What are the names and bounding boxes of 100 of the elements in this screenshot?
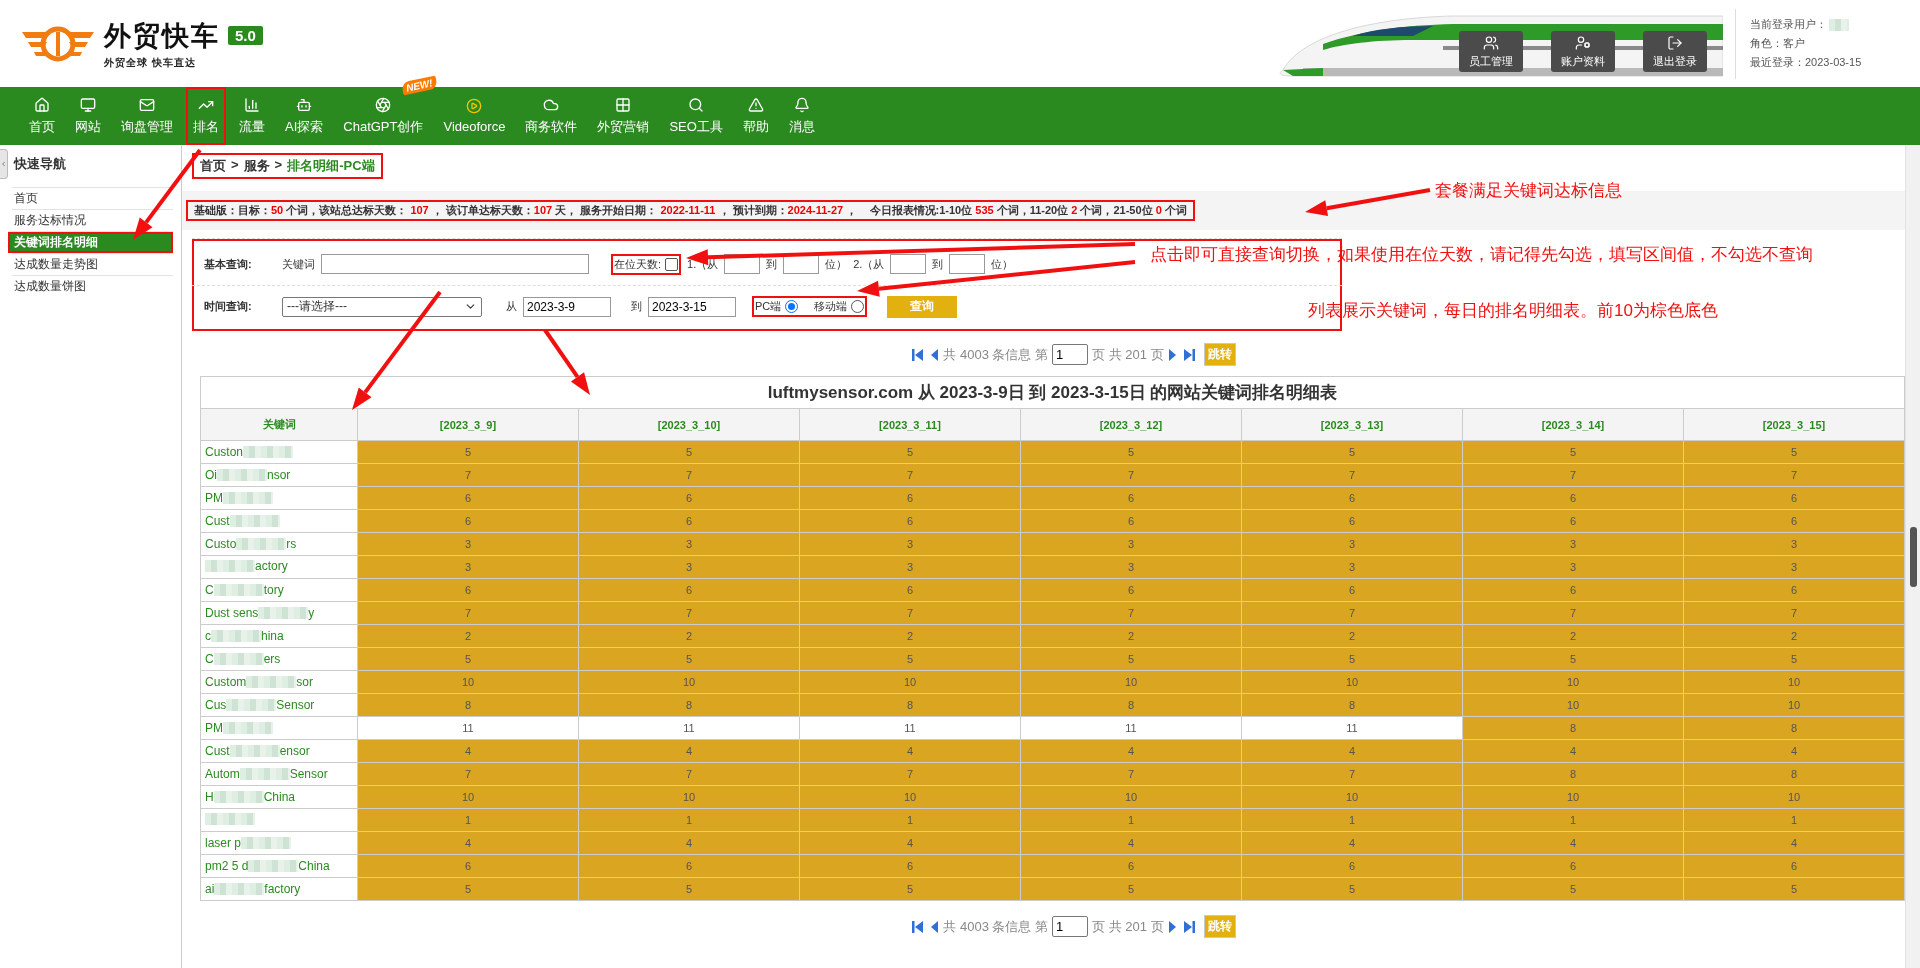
rank-cell: 2 [1241,624,1463,648]
play-icon [466,98,483,114]
rank-cell: 7 [1462,463,1684,487]
rank-cell: 7 [1683,463,1905,487]
redacted-mosaic [258,607,309,619]
rank-cell: 8 [578,693,800,717]
keyword-text: Custon [205,445,244,459]
nav-item[interactable]: AI探索 [278,87,331,145]
nav-item[interactable]: 流量 [232,87,272,145]
robot-icon [296,96,313,113]
rank-cell: 5 [1683,877,1905,901]
rank-cell: 5 [1241,877,1463,901]
sidebar-item[interactable]: 达成数量饼图 [12,275,173,297]
next-page-icon[interactable] [1167,347,1178,362]
user-icon [1575,34,1591,51]
rank-cell: 4 [1462,831,1684,855]
last-page-icon[interactable] [1181,919,1196,934]
nav-item[interactable]: 网站 [68,87,108,145]
rank-cell: 7 [799,463,1021,487]
period-select[interactable]: ---请选择--- [282,296,482,317]
previous-page-icon[interactable] [929,919,940,934]
nav-item[interactable]: 消息 [781,87,822,145]
redacted-mosaic [205,812,255,825]
rank-cell: 7 [1241,463,1463,487]
range-label: 位） [991,256,1014,272]
rank-cell: 1 [1462,808,1684,832]
keyword-text: ensor [279,744,310,758]
rank-cell: 11 [578,716,800,740]
keyword-text: pm2 5 d [205,859,249,873]
rank-cell: 4 [1241,739,1463,763]
nav-item[interactable]: SEO工具 [662,87,730,145]
rank-cell: 10 [799,670,1021,694]
redacted-mosaic [213,653,264,665]
sidebar-item[interactable]: 达成数量走势图 [12,253,173,275]
sidebar-title: 快速导航 [14,155,67,173]
rank-cell: 4 [799,739,1021,763]
breadcrumb-separator: > [274,157,283,174]
redacted-mosaic [241,837,292,849]
keyword-text: China [263,790,296,804]
nav-item[interactable]: 外贸营销 [590,87,657,145]
bell-icon [793,96,810,113]
rank-cell: 10 [578,785,800,809]
nav-item[interactable]: Videoforce [436,87,513,145]
rank-cell: 4 [578,831,800,855]
header-tool-button[interactable]: 退出登录 [1643,31,1707,72]
keyword-text: Cust [205,514,230,528]
breadcrumb-link[interactable]: 首页 [200,157,226,175]
rank-cell: 5 [799,440,1021,464]
days-checkbox[interactable] [665,257,679,271]
nav-item[interactable]: 排名 [186,87,226,145]
aperture-icon [375,96,392,113]
rank-cell: 1 [1241,808,1463,832]
header-tool-button[interactable]: 账户资料 [1551,31,1615,72]
breadcrumb-link[interactable]: 服务 [243,157,270,175]
rank-cell: 1 [357,808,579,832]
keyword-input[interactable] [321,254,589,274]
first-page-icon[interactable] [911,347,926,362]
rank-cell: 1 [799,808,1021,832]
previous-page-icon[interactable] [929,347,940,362]
annotation-arrow [543,328,590,395]
nav-item[interactable]: 询盘管理 [114,87,180,145]
from-date-input[interactable]: 2023-3-9 [523,296,611,317]
scrollbar[interactable] [1905,145,1920,968]
sidebar-item[interactable]: 关键词排名明细 [8,231,173,253]
keyword-text: ai [205,882,215,896]
rank-cell: 7 [1020,762,1242,786]
rank-cell: 6 [1462,854,1684,878]
next-page-icon[interactable] [1167,919,1178,934]
rank-cell: 7 [1020,463,1242,487]
last-login: 最近登录：2023-03-15 [1750,55,1863,70]
platform-radio[interactable] [851,300,865,313]
record-count: 共 4003 条信息 第 [943,917,1049,936]
rank-cell: 5 [1683,647,1905,671]
column-header: [2023_3_9] [357,408,579,441]
rank-cell: 2 [799,624,1021,648]
nav-item[interactable]: 商务软件 [518,87,585,145]
rank-cell: 10 [1241,670,1463,694]
nav-item[interactable]: 首页 [22,87,62,145]
sidebar-item[interactable]: 首页 [12,187,173,209]
range-input[interactable] [890,254,927,274]
header-tool-button[interactable]: 员工管理 [1459,31,1523,72]
page-input[interactable]: 1 [1052,916,1089,937]
search-icon [688,96,705,113]
nav-item[interactable]: 帮助 [735,87,776,145]
to-date-input[interactable]: 2023-3-15 [648,296,736,317]
keyword-text: Sensor [289,767,328,781]
rank-cell: 7 [799,762,1021,786]
mail-icon [139,96,155,113]
rank-cell: 5 [357,647,579,671]
first-page-icon[interactable] [911,919,926,934]
rank-cell: 4 [1020,739,1242,763]
rank-cell: 3 [1241,532,1463,556]
range-label: 到 [932,256,944,272]
platform-radio[interactable] [785,300,799,313]
rank-cell: 6 [357,854,579,878]
last-page-icon[interactable] [1181,347,1196,362]
rank-cell: 6 [1683,578,1905,602]
page-input[interactable]: 1 [1052,344,1089,365]
keyword-text: Cus [205,698,227,712]
range-input[interactable] [949,254,986,274]
